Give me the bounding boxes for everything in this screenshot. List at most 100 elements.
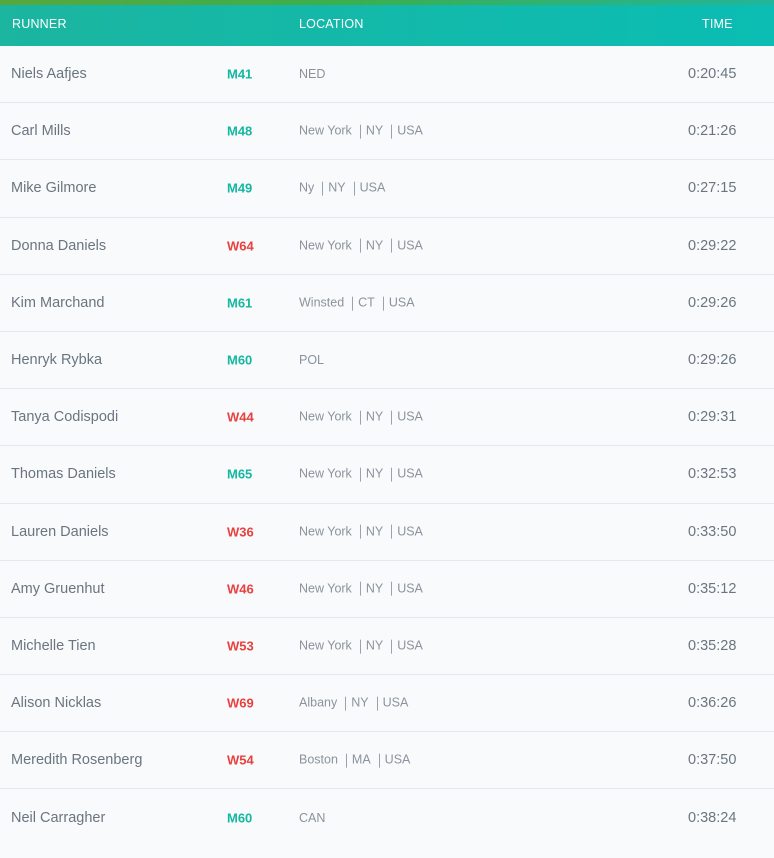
table-row[interactable]: Donna Daniels W64 New York NY USA 0:29:22 — [0, 217, 774, 275]
table-header: RUNNER LOCATION TIME — [0, 5, 774, 46]
runner-name[interactable]: Alison Nicklas — [11, 695, 101, 711]
finish-time: 0:29:26 — [688, 352, 737, 369]
location-city: Boston — [299, 752, 338, 767]
location-city: Albany — [299, 695, 338, 710]
finish-time: 0:38:24 — [688, 810, 737, 827]
location-separator — [376, 696, 378, 711]
age-category-badge: M49 — [227, 180, 253, 196]
runner-location: New York NY USA — [299, 467, 423, 482]
finish-time: 0:33:50 — [688, 523, 737, 540]
age-category-badge: W46 — [227, 581, 254, 597]
runner-name[interactable]: Amy Gruenhut — [11, 581, 105, 597]
location-state: NY — [328, 181, 346, 196]
location-separator — [391, 239, 393, 254]
location-country: USA — [382, 695, 409, 710]
table-row[interactable]: Neil Carragher M60 CAN 0:38:24 — [0, 789, 774, 847]
runner-name[interactable]: Mike Gilmore — [11, 180, 96, 196]
runner-name[interactable]: Carl Mills — [11, 123, 71, 139]
age-category-badge: M48 — [227, 123, 253, 139]
runner-name[interactable]: Henryk Rybka — [11, 352, 102, 368]
table-row[interactable]: Tanya Codispodi W44 New York NY USA 0:29:31 — [0, 389, 774, 447]
location-state: NY — [365, 409, 384, 424]
table-row[interactable]: Alison Nicklas W69 Albany NY USA 0:36:26 — [0, 675, 774, 733]
age-category-badge: M60 — [227, 810, 253, 826]
table-row[interactable]: Lauren Daniels W36 New York NY USA 0:33:50 — [0, 503, 774, 561]
location-country: USA — [397, 123, 423, 138]
location-city: New York — [299, 123, 352, 138]
location-city: New York — [299, 238, 352, 253]
table-row[interactable]: Amy Gruenhut W46 New York NY USA 0:35:12 — [0, 560, 774, 618]
location-separator — [382, 296, 384, 311]
location-city: Winsted — [299, 295, 345, 310]
age-category-badge: W54 — [227, 752, 254, 768]
age-category-badge: M41 — [227, 66, 253, 82]
runner-name[interactable]: Kim Marchand — [11, 295, 104, 311]
column-header-time[interactable]: TIME — [702, 17, 733, 31]
location-city: POL — [299, 353, 325, 368]
location-state: NY — [351, 695, 369, 710]
table-row[interactable]: Michelle Tien W53 New York NY USA 0:35:28 — [0, 617, 774, 676]
location-state: NY — [365, 581, 384, 596]
finish-time: 0:36:26 — [688, 695, 737, 712]
location-city: New York — [299, 467, 352, 482]
age-category-badge: W53 — [227, 638, 254, 654]
location-separator — [391, 639, 393, 654]
runner-name[interactable]: Thomas Daniels — [11, 466, 116, 482]
location-separator — [359, 639, 361, 654]
runner-location: New York NY USA — [299, 124, 423, 139]
runner-name[interactable]: Donna Daniels — [11, 238, 106, 254]
location-country: USA — [359, 181, 386, 196]
finish-time: 0:35:12 — [688, 580, 737, 597]
finish-time: 0:32:53 — [688, 466, 737, 483]
age-category-badge: W64 — [227, 238, 254, 254]
location-separator — [391, 524, 393, 539]
location-separator — [359, 124, 361, 139]
runner-name[interactable]: Meredith Rosenberg — [11, 752, 142, 768]
location-separator — [322, 181, 324, 196]
column-header-runner[interactable]: RUNNER — [12, 17, 67, 31]
location-city: New York — [299, 524, 352, 539]
age-category-badge: W69 — [227, 695, 254, 711]
finish-time: 0:29:31 — [688, 409, 737, 426]
location-country: USA — [384, 752, 411, 767]
location-state: NY — [365, 524, 384, 539]
location-separator — [352, 296, 354, 311]
table-row[interactable]: Thomas Daniels M65 New York NY USA 0:32:53 — [0, 446, 774, 504]
table-row[interactable]: Mike Gilmore M49 Ny NY USA 0:27:15 — [0, 160, 774, 218]
runner-name[interactable]: Tanya Codispodi — [11, 409, 118, 425]
runner-name[interactable]: Niels Aafjes — [11, 66, 87, 82]
runner-name[interactable]: Lauren Daniels — [11, 524, 109, 540]
column-header-location[interactable]: LOCATION — [299, 17, 364, 31]
results-list: Niels Aafjes M41 NED 0:20:45 Carl Mills M48 Ne… — [0, 46, 774, 847]
table-row[interactable]: Meredith Rosenberg W54 Boston MA USA 0:37:50 — [0, 732, 774, 790]
table-row[interactable]: Carl Mills M48 New York NY USA 0:21:26 — [0, 103, 774, 161]
table-row[interactable]: Niels Aafjes M41 NED 0:20:45 — [0, 46, 774, 104]
location-city: New York — [299, 638, 352, 653]
location-state: NY — [365, 467, 384, 482]
runner-name[interactable]: Neil Carragher — [11, 810, 105, 826]
age-category-badge: M61 — [227, 295, 253, 311]
location-separator — [391, 410, 393, 425]
location-country: USA — [397, 409, 423, 424]
location-separator — [345, 696, 347, 711]
age-category-badge: M65 — [227, 466, 253, 482]
location-country: USA — [388, 295, 415, 310]
location-separator — [391, 124, 393, 139]
runner-location: New York NY USA — [299, 581, 423, 597]
age-category-badge: W44 — [227, 409, 254, 425]
runner-location: CAN — [299, 811, 325, 825]
location-country: USA — [397, 238, 423, 253]
location-city: New York — [299, 409, 352, 424]
finish-time: 0:27:15 — [688, 180, 737, 197]
location-separator — [378, 753, 380, 768]
location-country: USA — [397, 467, 423, 482]
table-row[interactable]: Kim Marchand M61 Winsted CT USA 0:29:26 — [0, 274, 774, 332]
runner-name[interactable]: Michelle Tien — [11, 638, 96, 654]
location-separator — [359, 524, 361, 539]
table-row[interactable]: Henryk Rybka M60 POL 0:29:26 — [0, 331, 774, 390]
runner-location: NED — [299, 67, 325, 81]
location-country: USA — [397, 638, 423, 653]
location-separator — [359, 410, 361, 425]
location-city: NED — [299, 67, 326, 82]
finish-time: 0:29:26 — [688, 294, 737, 311]
